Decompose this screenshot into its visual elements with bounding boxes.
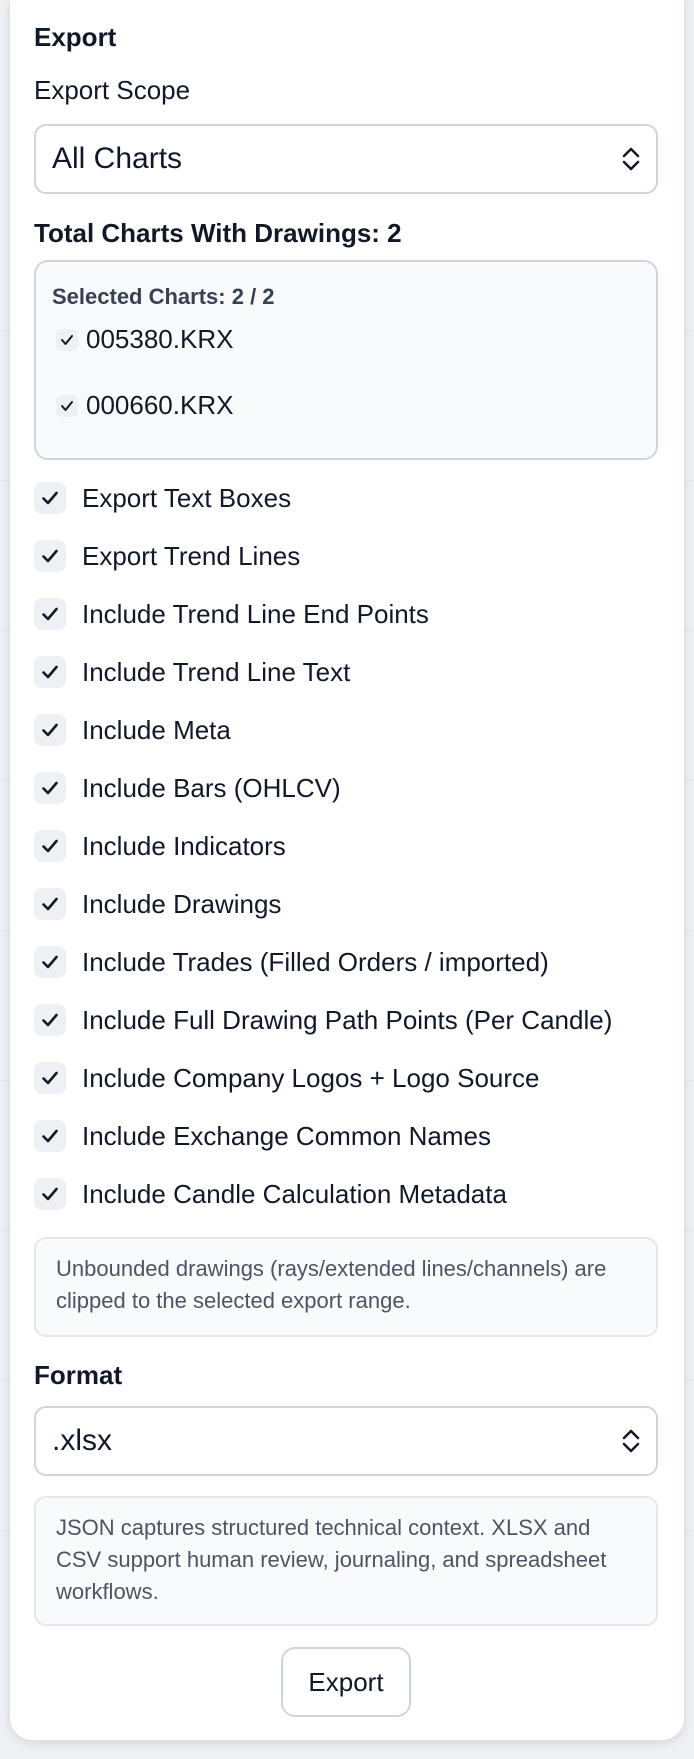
check-icon [34, 540, 66, 572]
export-scope-value: All Charts [52, 142, 183, 175]
selected-charts-box: Selected Charts: 2 / 2 005380.KRX 000660… [34, 260, 658, 460]
chart-item-label: 000660.KRX [86, 390, 234, 420]
chevron-up-down-icon [622, 1429, 640, 1453]
option-label: Include Full Drawing Path Points (Per Ca… [82, 1004, 613, 1035]
option-label: Include Trend Line End Points [82, 598, 429, 629]
option-label: Include Company Logos + Logo Source [82, 1062, 540, 1093]
format-select[interactable]: .xlsx [34, 1406, 658, 1476]
export-scope-select[interactable]: All Charts [34, 124, 658, 194]
option-checkbox[interactable]: Include Trend Line End Points [34, 594, 429, 634]
check-icon [34, 1178, 66, 1210]
option-checkbox[interactable]: Include Meta [34, 710, 231, 750]
export-button[interactable]: Export [281, 1647, 411, 1717]
option-label: Include Bars (OHLCV) [82, 772, 341, 803]
format-note: JSON captures structured technical conte… [34, 1496, 658, 1626]
check-icon [34, 830, 66, 862]
check-icon [56, 394, 78, 417]
chevron-up-down-icon [622, 147, 640, 171]
option-label: Export Trend Lines [82, 540, 301, 571]
option-label: Include Candle Calculation Metadata [82, 1178, 507, 1209]
export-scope-label: Export Scope [34, 75, 191, 105]
chart-item-005380[interactable]: 005380.KRX [56, 324, 233, 355]
check-icon [34, 598, 66, 630]
export-panel: Export Export Scope All Charts Total Cha… [10, 0, 684, 1740]
check-icon [34, 1120, 66, 1152]
option-checkbox[interactable]: Include Full Drawing Path Points (Per Ca… [34, 1000, 612, 1040]
option-checkbox[interactable]: Export Trend Lines [34, 536, 300, 576]
option-label: Include Meta [82, 714, 231, 745]
format-value: .xlsx [52, 1424, 112, 1457]
check-icon [34, 772, 66, 804]
option-label: Include Trades (Filled Orders / imported… [82, 946, 549, 977]
option-checkbox[interactable]: Include Trades (Filled Orders / imported… [34, 942, 549, 982]
option-checkbox[interactable]: Include Candle Calculation Metadata [34, 1174, 507, 1214]
option-label: Include Indicators [82, 830, 286, 861]
check-icon [34, 656, 66, 688]
check-icon [34, 714, 66, 746]
option-checkbox[interactable]: Include Drawings [34, 884, 281, 924]
option-checkbox[interactable]: Include Trend Line Text [34, 652, 350, 692]
chart-item-000660[interactable]: 000660.KRX [56, 390, 233, 421]
option-checkbox[interactable]: Include Company Logos + Logo Source [34, 1058, 539, 1098]
check-icon [34, 1062, 66, 1094]
check-icon [34, 888, 66, 920]
check-icon [56, 328, 78, 351]
option-label: Export Text Boxes [82, 482, 292, 513]
total-charts-label: Total Charts With Drawings: 2 [34, 218, 402, 248]
option-label: Include Exchange Common Names [82, 1120, 491, 1151]
option-checkbox[interactable]: Export Text Boxes [34, 478, 291, 518]
format-label: Format [34, 1360, 123, 1390]
option-label: Include Drawings [82, 888, 282, 919]
option-label: Include Trend Line Text [82, 656, 351, 687]
check-icon [34, 946, 66, 978]
option-checkbox[interactable]: Include Indicators [34, 826, 286, 866]
panel-title: Export [34, 22, 117, 52]
selected-charts-count: Selected Charts: 2 / 2 [52, 284, 275, 309]
range-note: Unbounded drawings (rays/extended lines/… [34, 1237, 658, 1337]
option-checkbox[interactable]: Include Bars (OHLCV) [34, 768, 341, 808]
option-checkbox[interactable]: Include Exchange Common Names [34, 1116, 491, 1156]
check-icon [34, 1004, 66, 1036]
chart-item-label: 005380.KRX [86, 324, 234, 354]
check-icon [34, 482, 66, 514]
